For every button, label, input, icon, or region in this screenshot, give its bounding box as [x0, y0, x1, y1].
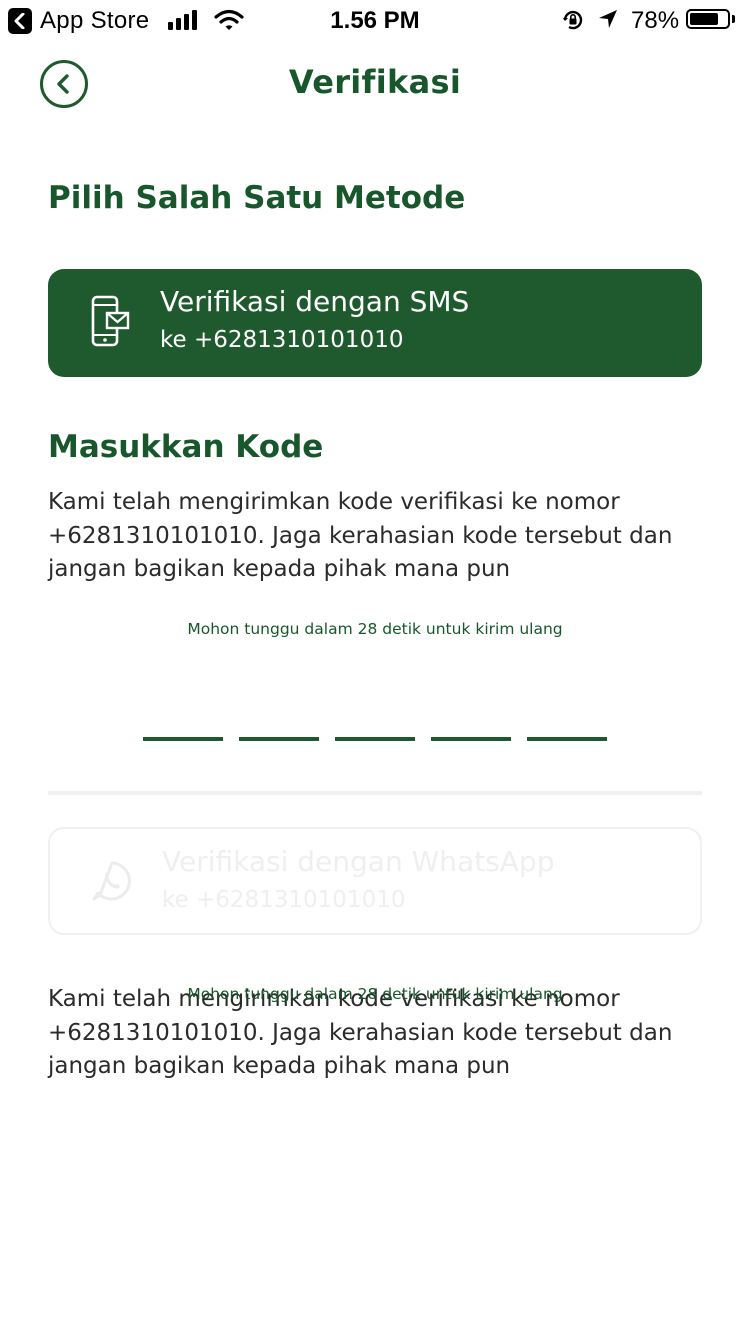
phone-message-icon [91, 295, 130, 347]
sms-option-number: ke +6281310101010 [160, 327, 404, 353]
battery-cap [732, 15, 735, 23]
sms-option-card[interactable]: Verifikasi dengan SMS ke +6281310101010 [48, 269, 702, 377]
battery-level [690, 13, 718, 25]
whatsapp-option-number: ke +6281310101010 [162, 887, 406, 913]
rotation-lock-icon [563, 10, 583, 30]
whatsapp-option-card[interactable]: Verifikasi dengan WhatsApp ke +628131010… [48, 827, 702, 935]
otp-digit-1[interactable] [143, 737, 223, 741]
status-bar: App Store 1.56 PM 78% [0, 0, 750, 40]
sms-description: Kami telah mengirimkan kode verifikasi k… [48, 489, 673, 582]
otp-digit-5[interactable] [527, 737, 607, 741]
battery-icon [686, 9, 730, 29]
otp-digit-4[interactable] [431, 737, 511, 741]
otp-digit-3[interactable] [335, 737, 415, 741]
otp-digit-2[interactable] [239, 737, 319, 741]
enter-code-title: Masukkan Kode [48, 429, 324, 465]
whatsapp-option-title: Verifikasi dengan WhatsApp [162, 845, 555, 878]
location-arrow-icon [599, 10, 617, 28]
section-divider [48, 791, 702, 795]
whatsapp-icon [92, 861, 131, 901]
whatsapp-resend-countdown: Mohon tunggu dalam 28 detik untuk kirim … [187, 985, 563, 1003]
sms-option-title: Verifikasi dengan SMS [160, 285, 470, 318]
battery-percent: 78% [631, 7, 680, 34]
page-title: Verifikasi [288, 63, 462, 101]
sms-resend-countdown: Mohon tunggu dalam 28 detik untuk kirim … [187, 620, 563, 638]
choose-method-title: Pilih Salah Satu Metode [48, 180, 466, 216]
